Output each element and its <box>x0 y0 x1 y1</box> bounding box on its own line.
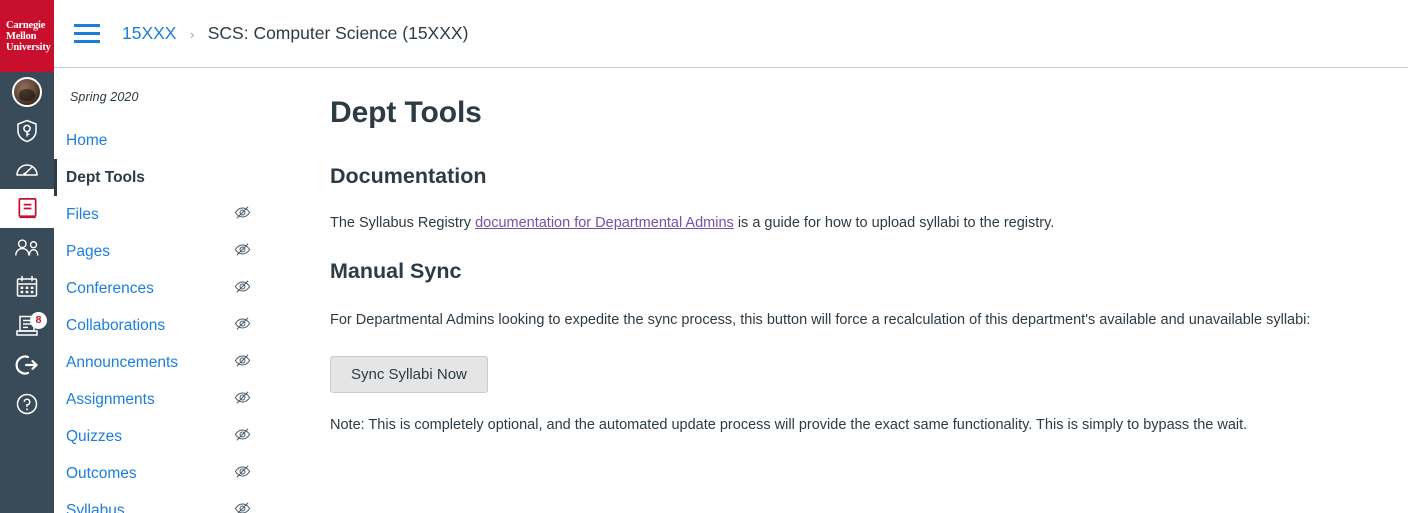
dashboard-gauge-icon <box>14 157 40 183</box>
carnegie-mellon-university-logo[interactable]: Carnegie Mellon University <box>0 0 54 72</box>
course-nav-item-pages[interactable]: Pages <box>54 233 279 270</box>
hamburger-bar-3 <box>74 40 100 43</box>
course-nav-item-collaborations[interactable]: Collaborations <box>54 307 279 344</box>
manual-sync-note: Note: This is completely optional, and t… <box>330 417 1248 434</box>
global-nav-item-dashboard[interactable] <box>0 150 54 189</box>
course-navigation: Spring 2020 Home Dept Tools Files Pages … <box>54 68 279 513</box>
documentation-text-before: The Syllabus Registry <box>330 215 476 231</box>
course-nav-item-home[interactable]: Home <box>54 122 279 159</box>
documentation-link[interactable]: documentation for Departmental Admins <box>475 215 734 231</box>
eye-off-icon <box>234 315 251 337</box>
global-nav-item-courses[interactable] <box>0 189 54 228</box>
global-nav-item-help[interactable] <box>0 384 54 423</box>
documentation-heading: Documentation <box>330 164 487 188</box>
manual-sync-heading: Manual Sync <box>330 259 462 284</box>
sync-syllabi-now-button[interactable]: Sync Syllabi Now <box>330 356 488 394</box>
course-nav-item-syllabus[interactable]: Syllabus <box>54 492 279 513</box>
global-nav-item-logout[interactable] <box>0 345 54 384</box>
course-nav-label: Syllabus <box>66 501 125 513</box>
global-nav-item-inbox[interactable]: 8 <box>0 306 54 345</box>
account-avatar-icon <box>12 76 42 107</box>
documentation-text-after: is a guide for how to upload syllabi to … <box>733 215 1055 231</box>
course-nav-label: Conferences <box>66 279 154 297</box>
global-nav-item-calendar[interactable] <box>0 267 54 306</box>
eye-off-icon <box>234 389 251 411</box>
course-nav-label: Home <box>66 131 108 149</box>
course-nav-list: Home Dept Tools Files Pages Conferences … <box>54 122 279 513</box>
breadcrumb-current: SCS: Computer Science (15XXX) <box>207 23 469 43</box>
breadcrumb-bar: 15XXX › SCS: Computer Science (15XXX) <box>54 0 1408 68</box>
inbox-unread-badge: 8 <box>30 312 47 329</box>
eye-off-icon <box>234 426 251 448</box>
global-nav-item-account[interactable] <box>0 72 54 111</box>
page-title: Dept Tools <box>330 96 482 129</box>
course-nav-label: Announcements <box>66 353 179 371</box>
course-nav-label: Assignments <box>66 390 155 408</box>
course-nav-label: Files <box>66 205 99 223</box>
body-area: Spring 2020 Home Dept Tools Files Pages … <box>54 68 1408 513</box>
content-wrapper: 15XXX › SCS: Computer Science (15XXX) Sp… <box>54 0 1408 513</box>
hamburger-menu-icon[interactable] <box>74 21 100 47</box>
course-nav-item-dept-tools[interactable]: Dept Tools <box>54 159 279 196</box>
logo-line-2: Mellon <box>6 30 37 42</box>
logo-line-1: Carnegie <box>6 19 46 31</box>
course-nav-label: Collaborations <box>66 316 166 334</box>
course-nav-item-conferences[interactable]: Conferences <box>54 270 279 307</box>
eye-off-icon <box>234 241 251 263</box>
course-nav-label: Dept Tools <box>66 168 145 186</box>
course-nav-label: Quizzes <box>66 427 122 445</box>
main-content: Dept Tools Documentation The Syllabus Re… <box>279 68 1408 513</box>
breadcrumb-link-root[interactable]: 15XXX <box>122 23 176 43</box>
breadcrumb: 15XXX › SCS: Computer Science (15XXX) <box>122 23 468 44</box>
course-nav-label: Pages <box>66 242 110 260</box>
course-nav-label: Outcomes <box>66 464 137 482</box>
help-question-icon <box>14 391 40 417</box>
hamburger-bar-2 <box>74 32 100 35</box>
course-term-label: Spring 2020 <box>70 90 139 104</box>
documentation-paragraph: The Syllabus Registry documentation for … <box>330 213 1382 234</box>
shield-key-icon <box>14 118 40 144</box>
global-navigation: Carnegie Mellon University 8 <box>0 0 54 513</box>
eye-off-icon <box>234 278 251 300</box>
eye-off-icon <box>234 500 251 513</box>
breadcrumb-separator-icon: › <box>189 27 195 42</box>
course-nav-item-files[interactable]: Files <box>54 196 279 233</box>
course-nav-item-quizzes[interactable]: Quizzes <box>54 418 279 455</box>
app-root: Carnegie Mellon University 8 15XXX › SCS… <box>0 0 1408 513</box>
global-nav-item-admin[interactable] <box>0 111 54 150</box>
groups-people-icon <box>13 235 41 261</box>
courses-book-icon <box>15 196 40 221</box>
logout-arrow-icon <box>14 352 40 378</box>
calendar-icon <box>14 274 40 300</box>
eye-off-icon <box>234 204 251 226</box>
eye-off-icon <box>234 463 251 485</box>
course-nav-item-assignments[interactable]: Assignments <box>54 381 279 418</box>
course-nav-item-outcomes[interactable]: Outcomes <box>54 455 279 492</box>
manual-sync-description: For Departmental Admins looking to exped… <box>330 312 1311 329</box>
logo-line-3: University <box>6 41 51 53</box>
global-nav-item-groups[interactable] <box>0 228 54 267</box>
hamburger-bar-1 <box>74 24 100 27</box>
course-nav-item-announcements[interactable]: Announcements <box>54 344 279 381</box>
eye-off-icon <box>234 352 251 374</box>
